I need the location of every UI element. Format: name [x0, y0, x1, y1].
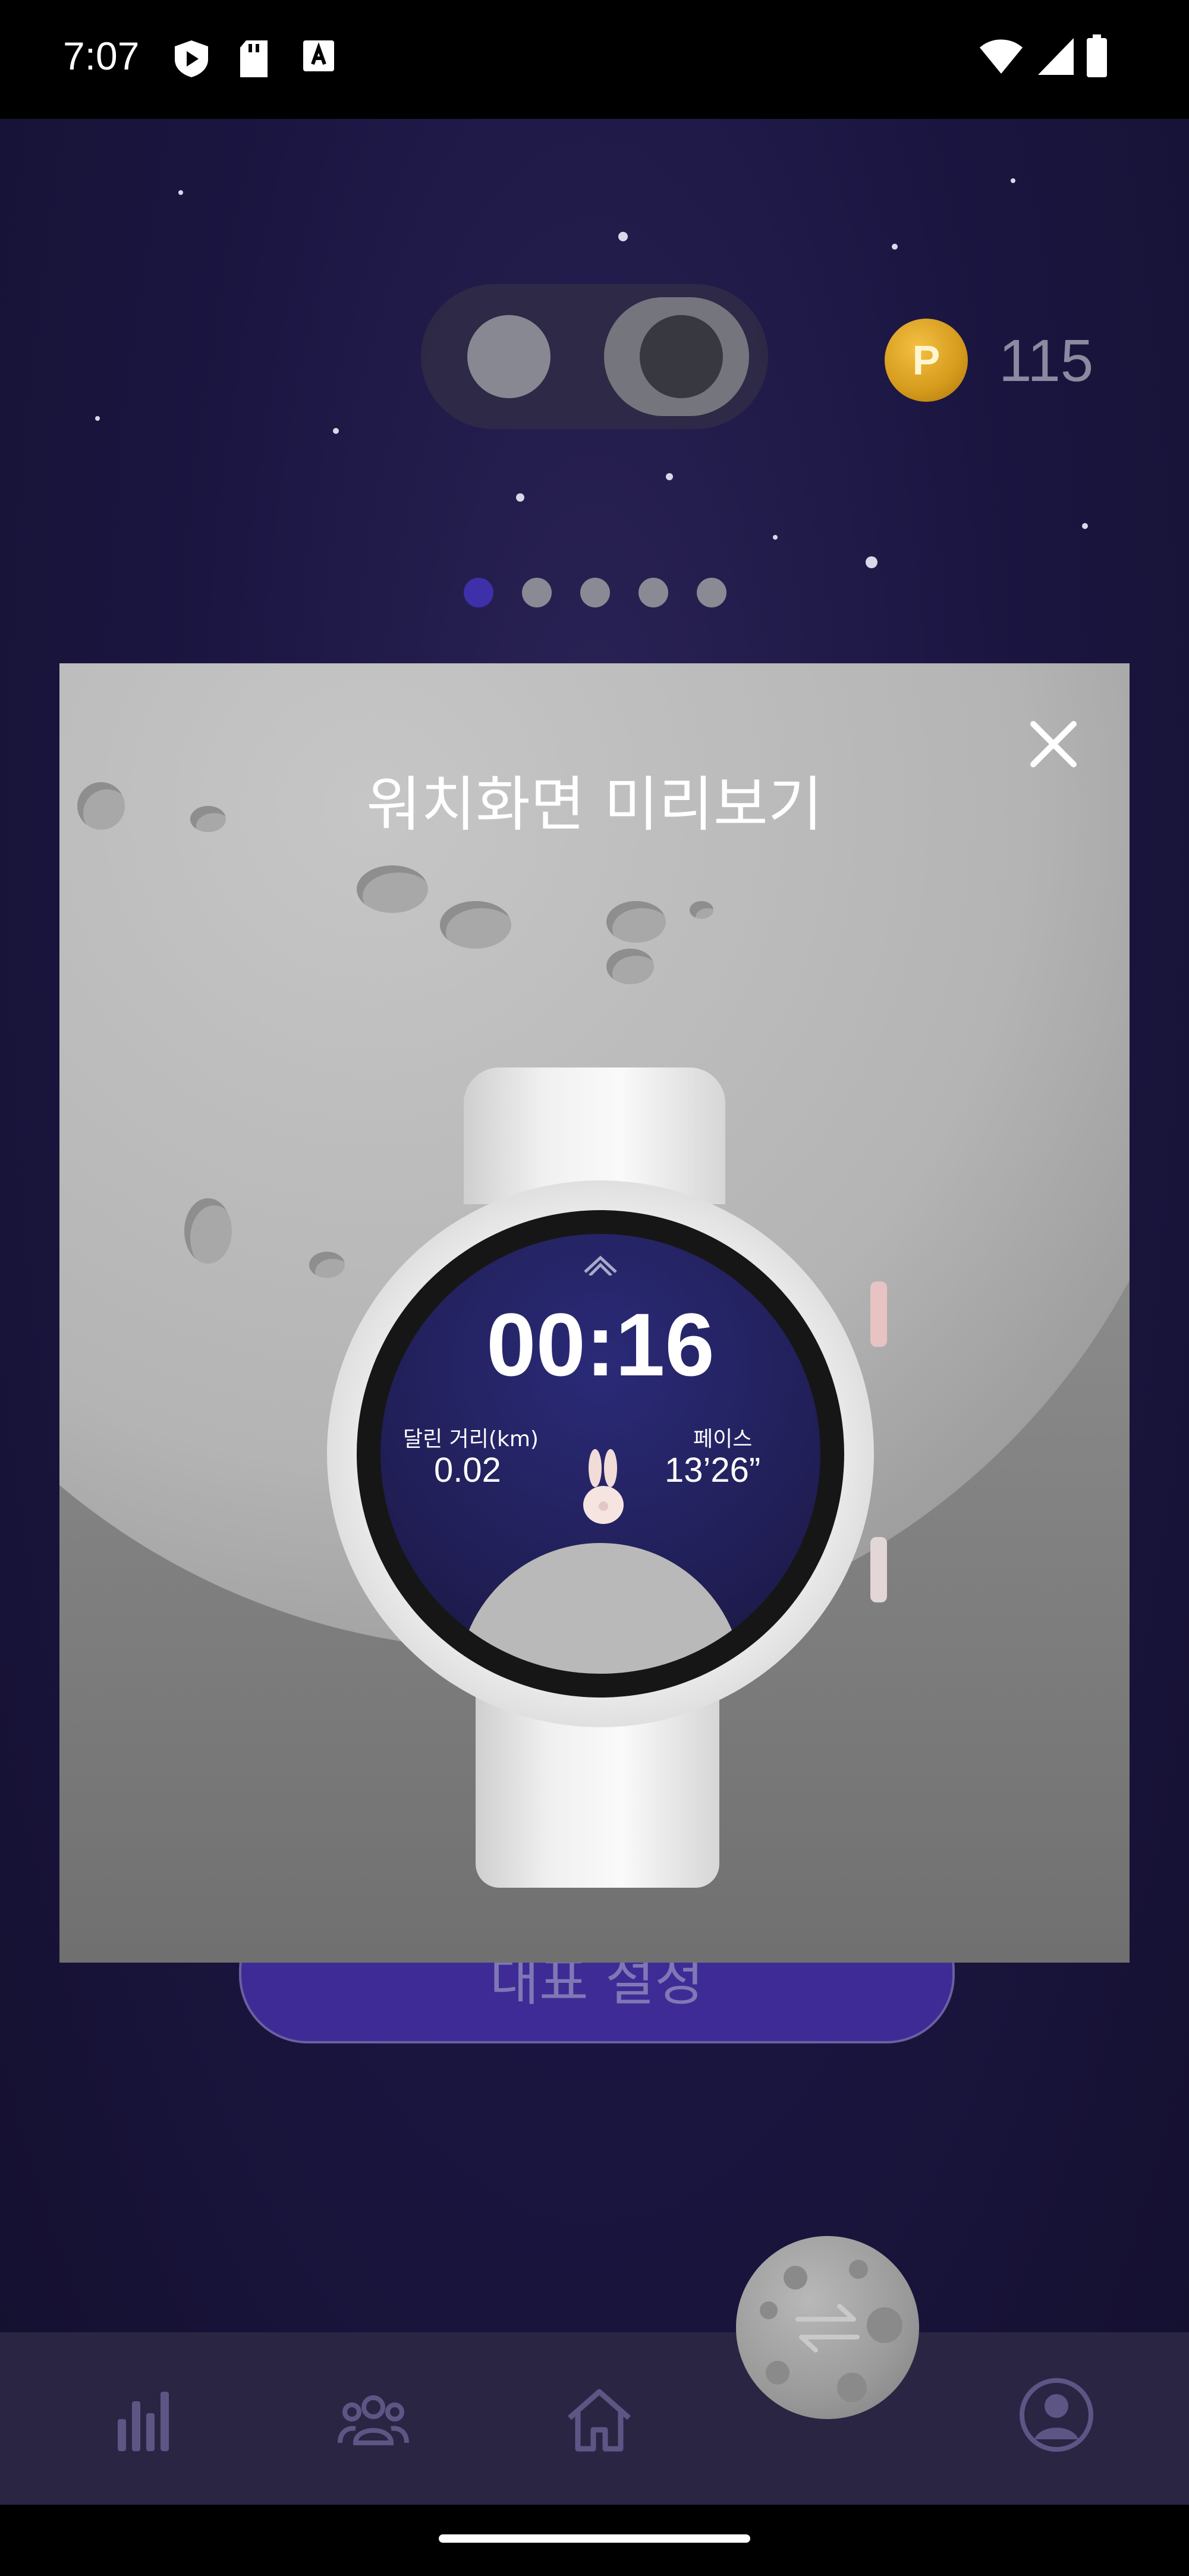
page-dot-5[interactable] — [697, 578, 726, 607]
switch-character-button[interactable] — [736, 2236, 919, 2419]
signal-icon — [1038, 38, 1074, 75]
points-count: 115 — [999, 327, 1094, 394]
home-gesture-handle[interactable] — [439, 2534, 750, 2543]
keyboard-a-icon — [303, 40, 334, 71]
bottom-nav — [0, 2332, 1189, 2505]
chevron-up-icon — [584, 1255, 617, 1276]
star — [773, 535, 778, 540]
watch-face-moon — [458, 1543, 743, 1674]
shield-play-icon — [175, 40, 208, 77]
character-option-moon[interactable] — [604, 297, 749, 416]
page-dot-2[interactable] — [522, 578, 552, 607]
star — [666, 473, 673, 480]
watch-preview-modal: 워치화면 미리보기 00:16 달린 거리(km) 0.02 페이스 13’26… — [59, 663, 1130, 1963]
star — [333, 428, 339, 434]
watch-face: 00:16 달린 거리(km) 0.02 페이스 13’26” — [380, 1234, 820, 1674]
profile-icon[interactable] — [1018, 2376, 1095, 2454]
stats-icon[interactable] — [112, 2383, 183, 2455]
star — [866, 556, 877, 568]
watch-side-button — [870, 1537, 887, 1602]
character-toggle[interactable] — [421, 284, 768, 429]
rabbit-icon — [583, 1449, 624, 1524]
watch-elapsed-time: 00:16 — [486, 1295, 715, 1394]
star — [1011, 178, 1015, 183]
star — [892, 244, 898, 250]
close-icon[interactable] — [1024, 714, 1083, 774]
battery-icon — [1087, 34, 1107, 77]
modal-title: 워치화면 미리보기 — [366, 770, 823, 839]
distance-label: 달린 거리(km) — [403, 1427, 539, 1451]
page-indicator — [464, 578, 726, 607]
page-dot-4[interactable] — [638, 578, 668, 607]
watch-side-button — [870, 1281, 887, 1347]
swap-icon — [795, 2304, 860, 2353]
star — [1082, 523, 1088, 529]
group-icon[interactable] — [338, 2383, 409, 2455]
sd-card-icon — [240, 40, 268, 77]
star — [178, 190, 183, 195]
star — [95, 416, 100, 421]
page-dot-3[interactable] — [580, 578, 610, 607]
coin-icon: P — [885, 319, 968, 402]
pace-value: 13’26” — [665, 1451, 761, 1489]
home-icon[interactable] — [564, 2383, 635, 2455]
character-option-rabbit[interactable] — [467, 315, 551, 398]
status-bar: 7:07 — [0, 0, 1189, 119]
status-time: 7:07 — [63, 34, 140, 78]
page-dot-1[interactable] — [464, 578, 493, 607]
wifi-icon — [980, 39, 1023, 74]
distance-value: 0.02 — [434, 1451, 501, 1489]
star — [516, 493, 524, 502]
star — [618, 232, 628, 241]
pace-label: 페이스 — [693, 1427, 753, 1451]
